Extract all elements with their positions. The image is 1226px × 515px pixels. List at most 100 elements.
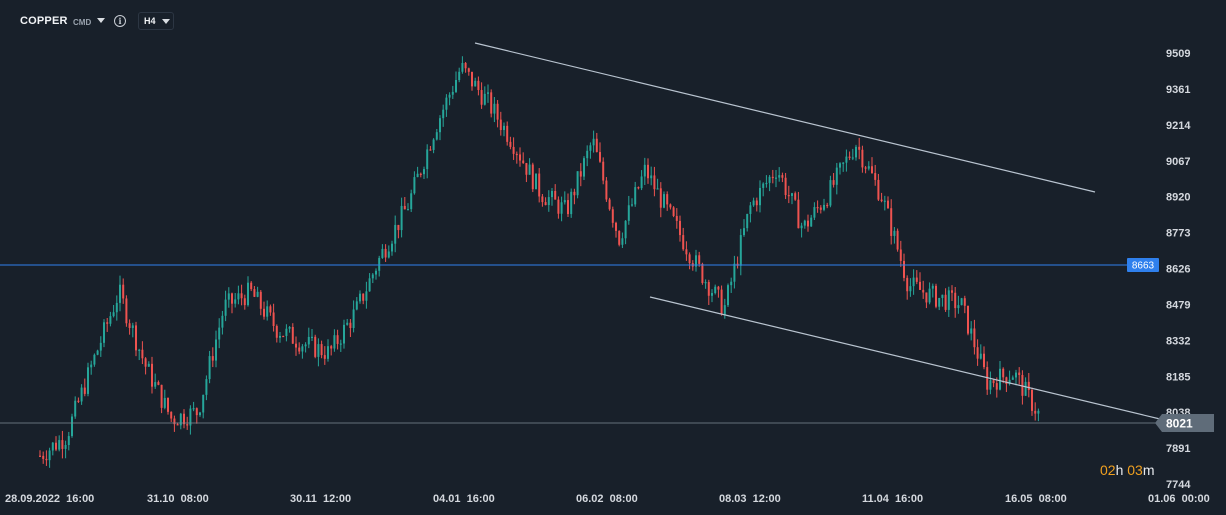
- price-tick-label: 9509: [1166, 48, 1190, 60]
- candle-body: [423, 169, 425, 175]
- candle-body: [202, 394, 205, 413]
- candle-body: [912, 277, 915, 287]
- candle-body: [730, 281, 733, 286]
- candle-body: [221, 315, 224, 328]
- candle-body: [586, 150, 589, 159]
- candle-body: [541, 196, 544, 203]
- candle-body: [503, 125, 505, 131]
- horizontal-level-label[interactable]: 8663: [1127, 258, 1159, 272]
- candle-body: [973, 328, 976, 348]
- candle-body: [627, 205, 630, 221]
- candle-body: [336, 335, 339, 344]
- candle-body: [893, 230, 896, 236]
- instrument-type: CMD: [73, 18, 92, 27]
- candle-body: [618, 230, 621, 245]
- candle-body: [752, 200, 755, 206]
- chart-toolbar: COPPER CMD i H4: [0, 0, 1226, 44]
- candle-body: [509, 141, 512, 147]
- candle-body: [538, 173, 541, 197]
- candle-body: [90, 364, 93, 368]
- candle-body: [781, 175, 784, 178]
- candle-body: [803, 220, 806, 226]
- candle-body: [576, 171, 579, 196]
- candle-body: [855, 146, 857, 158]
- candle-body: [487, 92, 489, 94]
- candle-body: [938, 297, 941, 307]
- candle-body: [1037, 410, 1040, 414]
- candle-body: [448, 94, 451, 98]
- candle-body: [592, 138, 595, 146]
- candle-body: [327, 346, 329, 359]
- candle-body: [839, 163, 841, 168]
- candle-body: [477, 80, 480, 91]
- candle-body: [240, 293, 243, 299]
- candle-body: [768, 176, 771, 183]
- timeframe-selector[interactable]: H4: [138, 12, 174, 30]
- price-tick-label: 7744: [1166, 479, 1191, 491]
- candle-body: [605, 180, 608, 200]
- candle-body: [983, 353, 985, 368]
- candle-body: [890, 208, 893, 236]
- candle-body: [413, 177, 416, 194]
- candle-body: [256, 291, 259, 297]
- candle-body: [919, 281, 921, 290]
- candle-body: [525, 163, 528, 175]
- symbol-name[interactable]: COPPER: [20, 15, 68, 27]
- candle-body: [579, 171, 582, 177]
- candle-body: [647, 164, 649, 179]
- candle-body: [826, 204, 829, 207]
- candle-body: [963, 298, 966, 306]
- candle-body: [416, 173, 419, 178]
- candle-body: [589, 145, 592, 151]
- candle-body: [45, 458, 48, 461]
- candle-body: [301, 346, 304, 352]
- candle-body: [842, 162, 845, 164]
- candle-body: [583, 158, 585, 177]
- candle-body: [797, 199, 800, 229]
- candle-body: [810, 217, 813, 227]
- candle-body: [528, 164, 531, 175]
- candle-body: [944, 294, 947, 310]
- candle-body: [848, 156, 851, 158]
- candle-body: [778, 175, 781, 178]
- candle-body: [125, 298, 128, 324]
- candle-body: [451, 91, 454, 95]
- candle-body: [151, 363, 153, 387]
- candle-body: [794, 193, 797, 200]
- candle-body: [563, 200, 566, 203]
- candle-body: [567, 200, 569, 215]
- candle-body: [1027, 381, 1030, 390]
- candle-body: [480, 90, 483, 105]
- candle-body: [941, 294, 944, 298]
- candle-body: [375, 270, 377, 275]
- candle-body: [442, 109, 445, 119]
- candle-body: [355, 301, 358, 310]
- price-chart[interactable]: 8663 9509 9361 9214 9067 8920 8773 8626 8479 833…: [0, 0, 1226, 515]
- candle-body: [727, 285, 729, 306]
- candle-body: [378, 257, 381, 271]
- candle-body: [1011, 377, 1014, 380]
- candle-body: [819, 207, 822, 210]
- candle-body: [227, 293, 230, 300]
- candle-body: [621, 238, 624, 245]
- candle-body: [960, 298, 963, 306]
- candle-body: [128, 323, 131, 328]
- price-tick-label: 7891: [1166, 443, 1190, 455]
- candle-body: [48, 450, 51, 461]
- caret-down-icon[interactable]: [97, 18, 105, 23]
- countdown-hours: 02: [1100, 462, 1116, 478]
- candle-body: [611, 209, 614, 223]
- candle-body: [771, 176, 774, 179]
- countdown-minutes-unit: m: [1142, 462, 1155, 478]
- time-axis[interactable]: 28.09.2022 16:00 31.10 08:00 30.11 12:00 04…: [5, 493, 1210, 505]
- candle-body: [666, 194, 669, 205]
- info-icon[interactable]: i: [114, 15, 126, 27]
- candle-body: [359, 293, 361, 302]
- time-tick-label: 30.11 12:00: [290, 493, 351, 505]
- candle-body: [615, 222, 617, 231]
- candle-body: [381, 248, 384, 258]
- candle-body: [109, 316, 112, 324]
- candle-body: [979, 353, 982, 359]
- candle-body: [547, 197, 550, 206]
- candle-body: [330, 346, 333, 349]
